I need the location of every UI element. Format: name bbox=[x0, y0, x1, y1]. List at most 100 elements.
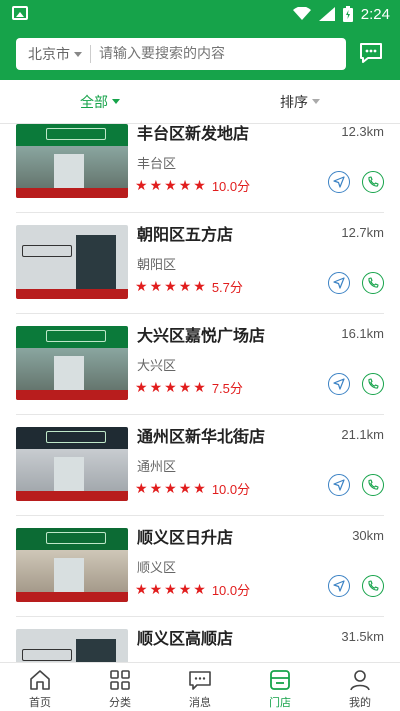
tab-home[interactable]: 首页 bbox=[0, 663, 80, 711]
filter-bar: 全部 排序 bbox=[0, 80, 400, 124]
navigate-button[interactable] bbox=[328, 373, 350, 395]
navigation-arrow-icon bbox=[333, 378, 345, 390]
navigate-button[interactable] bbox=[328, 171, 350, 193]
phone-icon bbox=[368, 378, 379, 389]
store-list-item[interactable]: 丰台区新发地店 12.3km 丰台区 ★ ★ ★ ★ ★ 10.0分 bbox=[16, 124, 384, 213]
star-icon: ★ bbox=[178, 177, 192, 194]
tab-profile-label: 我的 bbox=[349, 696, 371, 709]
tab-messages[interactable]: 消息 bbox=[160, 663, 240, 711]
chevron-down-icon bbox=[74, 51, 82, 57]
star-icon: ★ bbox=[178, 581, 192, 598]
star-icon: ★ bbox=[135, 177, 148, 194]
store-icon bbox=[270, 670, 290, 690]
star-icon: ★ bbox=[149, 581, 163, 598]
store-photo bbox=[16, 629, 128, 662]
store-photo bbox=[16, 528, 128, 602]
filter-sort[interactable]: 排序 bbox=[200, 80, 400, 123]
store-list[interactable]: 丰台区新发地店 12.3km 丰台区 ★ ★ ★ ★ ★ 10.0分 朝阳区五方店 12… bbox=[0, 124, 400, 662]
store-distance: 12.7km bbox=[341, 225, 384, 240]
star-icon: ★ bbox=[149, 480, 163, 497]
store-rating: ★ ★ ★ ★ ★ 7.5分 bbox=[135, 378, 243, 397]
store-name: 丰台区新发地店 bbox=[137, 124, 250, 143]
store-score: 10.0分 bbox=[211, 179, 251, 194]
tab-messages-label: 消息 bbox=[189, 696, 211, 709]
store-photo bbox=[16, 124, 128, 198]
call-button[interactable] bbox=[362, 272, 384, 294]
status-bar: 2:24 bbox=[0, 0, 400, 28]
navigate-button[interactable] bbox=[328, 575, 350, 597]
navigate-button[interactable] bbox=[328, 474, 350, 496]
call-button[interactable] bbox=[362, 373, 384, 395]
filter-sort-label: 排序 bbox=[280, 94, 308, 111]
call-button[interactable] bbox=[362, 474, 384, 496]
store-district: 丰台区 bbox=[137, 157, 177, 172]
star-icon: ★ bbox=[193, 379, 206, 396]
store-list-item[interactable]: 朝阳区五方店 12.7km 朝阳区 ★ ★ ★ ★ ★ 5.7分 bbox=[16, 213, 384, 314]
store-list-item[interactable]: 大兴区嘉悦广场店 16.1km 大兴区 ★ ★ ★ ★ ★ 7.5分 bbox=[16, 314, 384, 415]
store-name: 顺义区高顺店 bbox=[137, 629, 234, 648]
call-button[interactable] bbox=[362, 575, 384, 597]
store-distance: 16.1km bbox=[341, 326, 384, 341]
star-icon: ★ bbox=[135, 480, 148, 497]
tab-profile[interactable]: 我的 bbox=[320, 663, 400, 711]
store-district: 大兴区 bbox=[137, 359, 177, 374]
store-score: 10.0分 bbox=[211, 482, 251, 497]
star-icon: ★ bbox=[135, 379, 148, 396]
navigation-arrow-icon bbox=[333, 479, 345, 491]
search-divider bbox=[90, 45, 91, 63]
header: 北京市 bbox=[0, 28, 400, 80]
star-icon: ★ bbox=[193, 278, 206, 295]
store-score: 5.7分 bbox=[211, 280, 243, 295]
wifi-icon bbox=[292, 7, 311, 20]
chevron-down-icon bbox=[312, 99, 320, 104]
star-icon: ★ bbox=[164, 379, 177, 396]
phone-icon bbox=[368, 580, 379, 591]
message-icon bbox=[189, 671, 211, 690]
call-button[interactable] bbox=[362, 171, 384, 193]
store-photo bbox=[16, 427, 128, 501]
tab-stores[interactable]: 门店 bbox=[240, 663, 320, 711]
tab-category-label: 分类 bbox=[109, 696, 131, 709]
store-distance: 31.5km bbox=[341, 629, 384, 644]
navigation-arrow-icon bbox=[333, 580, 345, 592]
star-icon: ★ bbox=[178, 480, 192, 497]
store-district: 顺义区 bbox=[137, 561, 177, 576]
store-distance: 21.1km bbox=[341, 427, 384, 442]
star-icon: ★ bbox=[149, 278, 163, 295]
store-distance: 30km bbox=[352, 528, 384, 543]
grid-icon bbox=[110, 670, 130, 690]
star-icon: ★ bbox=[178, 379, 192, 396]
city-selector[interactable]: 北京市 bbox=[16, 44, 82, 64]
store-photo bbox=[16, 326, 128, 400]
profile-icon bbox=[350, 670, 370, 691]
home-icon bbox=[30, 670, 50, 690]
status-time: 2:24 bbox=[360, 5, 390, 23]
star-icon: ★ bbox=[164, 480, 177, 497]
store-list-item[interactable]: 顺义区日升店 30km 顺义区 ★ ★ ★ ★ ★ 10.0分 bbox=[16, 516, 384, 617]
star-icon: ★ bbox=[178, 278, 192, 295]
tab-home-label: 首页 bbox=[29, 696, 51, 709]
filter-all[interactable]: 全部 bbox=[0, 80, 200, 123]
chat-icon[interactable] bbox=[358, 40, 384, 66]
star-icon: ★ bbox=[135, 581, 148, 598]
search-bar: 北京市 bbox=[16, 38, 346, 70]
star-icon: ★ bbox=[193, 480, 206, 497]
store-name: 大兴区嘉悦广场店 bbox=[137, 326, 266, 345]
star-icon: ★ bbox=[135, 278, 148, 295]
phone-icon bbox=[368, 176, 379, 187]
phone-icon bbox=[368, 479, 379, 490]
chevron-down-icon bbox=[112, 99, 120, 104]
store-score: 7.5分 bbox=[211, 381, 243, 396]
store-rating: ★ ★ ★ ★ ★ 10.0分 bbox=[135, 580, 250, 599]
store-list-item[interactable]: 通州区新华北街店 21.1km 通州区 ★ ★ ★ ★ ★ 10.0分 bbox=[16, 415, 384, 516]
store-distance: 12.3km bbox=[341, 124, 384, 139]
gallery-icon bbox=[12, 6, 28, 20]
star-icon: ★ bbox=[149, 379, 163, 396]
store-rating: ★ ★ ★ ★ ★ 10.0分 bbox=[135, 176, 250, 195]
store-rating: ★ ★ ★ ★ ★ 5.7分 bbox=[135, 277, 243, 296]
navigate-button[interactable] bbox=[328, 272, 350, 294]
search-input[interactable] bbox=[99, 46, 346, 62]
store-list-item[interactable]: 顺义区高顺店 31.5km ★★★★★ bbox=[16, 617, 384, 662]
tab-category[interactable]: 分类 bbox=[80, 663, 160, 711]
star-icon: ★ bbox=[193, 177, 206, 194]
